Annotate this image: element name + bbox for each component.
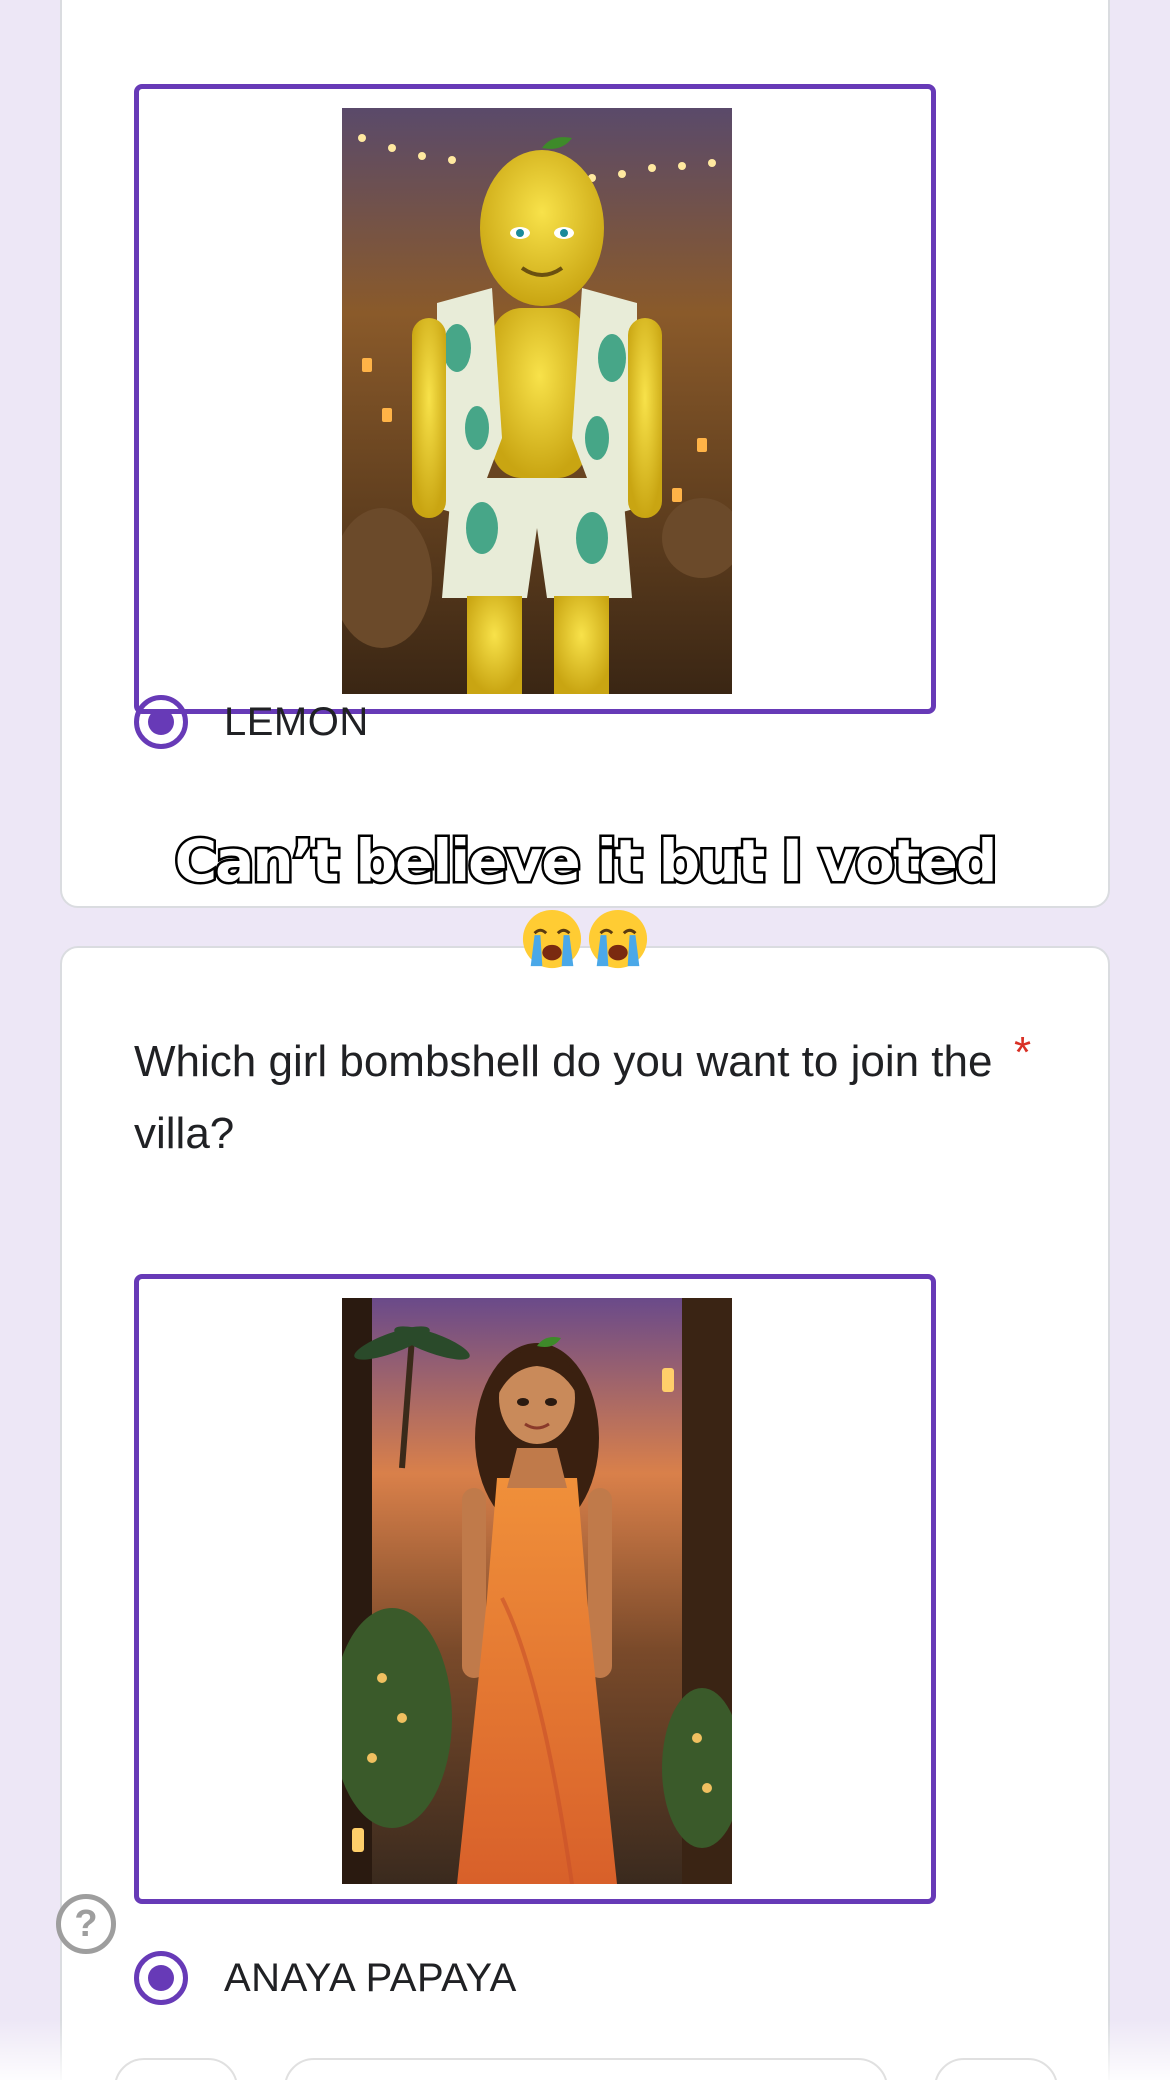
question-title: Which girl bombshell do you want to join… <box>134 1037 993 1158</box>
crying-emoji-row <box>0 908 1170 970</box>
lemon-character-image <box>342 108 732 694</box>
radio-dot <box>148 1965 174 1991</box>
loudly-crying-face-icon <box>522 909 582 969</box>
question-card-lemon: LEMON <box>60 0 1110 908</box>
progress-pill <box>284 2058 888 2080</box>
option-label: ANAYA PAPAYA <box>224 1955 517 2000</box>
overlay-caption: Can’t believe it but I voted <box>172 825 1000 898</box>
image-option-lemon[interactable] <box>134 84 936 714</box>
question-card-bombshell: Which girl bombshell do you want to join… <box>60 946 1110 2080</box>
radio-selected-icon[interactable] <box>134 695 188 749</box>
loudly-crying-face-icon <box>588 909 648 969</box>
form-page: LEMON Which girl bombshell do you want t… <box>0 0 1170 2080</box>
radio-dot <box>148 709 174 735</box>
help-label: ? <box>74 1902 98 1945</box>
papaya-character-image <box>342 1298 732 1884</box>
image-option-papaya[interactable] <box>134 1274 936 1904</box>
option-label: LEMON <box>224 699 369 744</box>
radio-option-papaya[interactable]: ANAYA PAPAYA <box>134 1948 517 2008</box>
radio-selected-icon[interactable] <box>134 1951 188 2005</box>
help-icon[interactable]: ? <box>56 1894 116 1954</box>
next-button[interactable] <box>934 2058 1058 2080</box>
radio-option-lemon[interactable]: LEMON <box>134 692 369 752</box>
back-button[interactable] <box>114 2058 238 2080</box>
required-asterisk: * <box>1014 1028 1032 1077</box>
